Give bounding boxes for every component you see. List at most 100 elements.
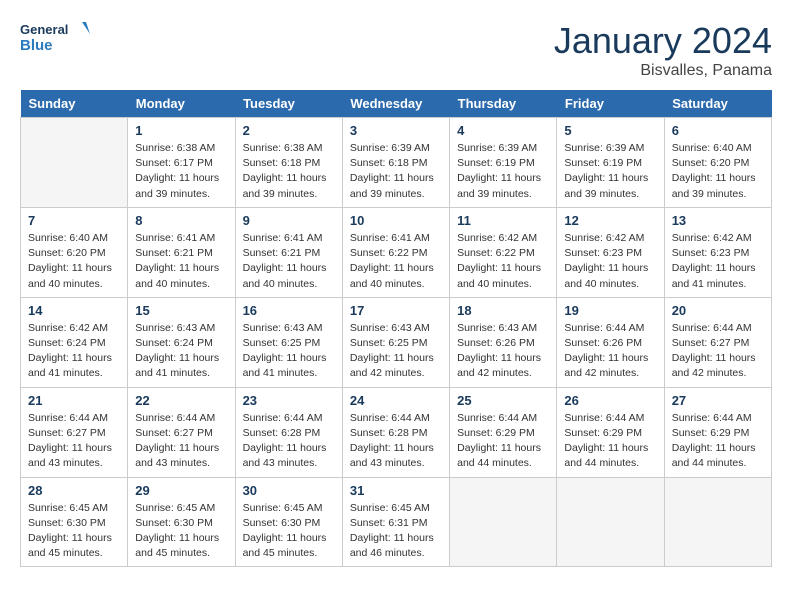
header-day-thursday: Thursday <box>450 90 557 118</box>
month-title: January 2024 <box>554 20 772 62</box>
day-info: Sunrise: 6:44 AMSunset: 6:29 PMDaylight:… <box>672 411 764 472</box>
logo: General Blue <box>20 20 90 56</box>
day-info: Sunrise: 6:41 AMSunset: 6:21 PMDaylight:… <box>135 231 227 292</box>
day-number: 15 <box>135 303 227 318</box>
day-number: 8 <box>135 213 227 228</box>
calendar-cell: 28Sunrise: 6:45 AMSunset: 6:30 PMDayligh… <box>21 477 128 567</box>
calendar-cell: 26Sunrise: 6:44 AMSunset: 6:29 PMDayligh… <box>557 387 664 477</box>
calendar-cell: 10 Sunrise: 6:41 AMSunset: 6:22 PMDayligh… <box>342 207 449 297</box>
day-info: Sunrise: 6:40 AMSunset: 6:20 PMDaylight:… <box>672 141 764 202</box>
day-number: 21 <box>28 393 120 408</box>
week-row-2: 7 Sunrise: 6:40 AMSunset: 6:20 PMDaylight… <box>21 207 772 297</box>
title-block: January 2024 Bisvalles, Panama <box>554 20 772 80</box>
day-info: Sunrise: 6:45 AMSunset: 6:30 PMDaylight:… <box>135 501 227 562</box>
day-info: Sunrise: 6:43 AMSunset: 6:25 PMDaylight:… <box>243 321 335 382</box>
calendar-cell: 11Sunrise: 6:42 AMSunset: 6:22 PMDayligh… <box>450 207 557 297</box>
header-day-wednesday: Wednesday <box>342 90 449 118</box>
day-number: 10 <box>350 213 442 228</box>
calendar-cell: 1 Sunrise: 6:38 AMSunset: 6:17 PMDaylight… <box>128 118 235 208</box>
day-info: Sunrise: 6:39 AMSunset: 6:19 PMDaylight:… <box>564 141 656 202</box>
day-number: 23 <box>243 393 335 408</box>
day-number: 27 <box>672 393 764 408</box>
day-info: Sunrise: 6:39 AMSunset: 6:18 PMDaylight:… <box>350 141 442 202</box>
calendar-cell: 31Sunrise: 6:45 AMSunset: 6:31 PMDayligh… <box>342 477 449 567</box>
calendar-cell <box>21 118 128 208</box>
week-row-4: 21 Sunrise: 6:44 AMSunset: 6:27 PMDayligh… <box>21 387 772 477</box>
week-row-3: 14 Sunrise: 6:42 AMSunset: 6:24 PMDayligh… <box>21 297 772 387</box>
calendar-cell: 3 Sunrise: 6:39 AMSunset: 6:18 PMDaylight… <box>342 118 449 208</box>
day-number: 19 <box>564 303 656 318</box>
day-info: Sunrise: 6:44 AMSunset: 6:27 PMDaylight:… <box>672 321 764 382</box>
calendar-cell: 4 Sunrise: 6:39 AMSunset: 6:19 PMDaylight… <box>450 118 557 208</box>
logo-svg: General Blue <box>20 20 90 56</box>
day-number: 4 <box>457 123 549 138</box>
calendar-cell: 16 Sunrise: 6:43 AMSunset: 6:25 PMDayligh… <box>235 297 342 387</box>
day-number: 1 <box>135 123 227 138</box>
calendar-cell <box>450 477 557 567</box>
day-number: 9 <box>243 213 335 228</box>
day-number: 22 <box>135 393 227 408</box>
day-info: Sunrise: 6:39 AMSunset: 6:19 PMDaylight:… <box>457 141 549 202</box>
calendar-cell: 6 Sunrise: 6:40 AMSunset: 6:20 PMDaylight… <box>664 118 771 208</box>
day-number: 24 <box>350 393 442 408</box>
day-number: 5 <box>564 123 656 138</box>
calendar-cell: 14 Sunrise: 6:42 AMSunset: 6:24 PMDayligh… <box>21 297 128 387</box>
day-number: 16 <box>243 303 335 318</box>
calendar-cell: 23 Sunrise: 6:44 AMSunset: 6:28 PMDayligh… <box>235 387 342 477</box>
day-info: Sunrise: 6:38 AMSunset: 6:18 PMDaylight:… <box>243 141 335 202</box>
day-number: 30 <box>243 483 335 498</box>
calendar-cell: 2 Sunrise: 6:38 AMSunset: 6:18 PMDaylight… <box>235 118 342 208</box>
day-number: 6 <box>672 123 764 138</box>
day-info: Sunrise: 6:44 AMSunset: 6:27 PMDaylight:… <box>28 411 120 472</box>
day-info: Sunrise: 6:43 AMSunset: 6:26 PMDaylight:… <box>457 321 549 382</box>
day-number: 3 <box>350 123 442 138</box>
header-day-sunday: Sunday <box>21 90 128 118</box>
header-day-friday: Friday <box>557 90 664 118</box>
day-info: Sunrise: 6:42 AMSunset: 6:23 PMDaylight:… <box>564 231 656 292</box>
day-info: Sunrise: 6:45 AMSunset: 6:30 PMDaylight:… <box>243 501 335 562</box>
day-number: 18 <box>457 303 549 318</box>
week-row-1: 1 Sunrise: 6:38 AMSunset: 6:17 PMDaylight… <box>21 118 772 208</box>
calendar-cell: 24 Sunrise: 6:44 AMSunset: 6:28 PMDayligh… <box>342 387 449 477</box>
calendar-cell <box>557 477 664 567</box>
day-number: 26 <box>564 393 656 408</box>
day-info: Sunrise: 6:44 AMSunset: 6:28 PMDaylight:… <box>243 411 335 472</box>
day-info: Sunrise: 6:44 AMSunset: 6:29 PMDaylight:… <box>457 411 549 472</box>
calendar-cell: 17Sunrise: 6:43 AMSunset: 6:25 PMDayligh… <box>342 297 449 387</box>
calendar-cell: 8 Sunrise: 6:41 AMSunset: 6:21 PMDaylight… <box>128 207 235 297</box>
day-info: Sunrise: 6:43 AMSunset: 6:25 PMDaylight:… <box>350 321 442 382</box>
header-day-saturday: Saturday <box>664 90 771 118</box>
day-number: 2 <box>243 123 335 138</box>
day-number: 12 <box>564 213 656 228</box>
day-info: Sunrise: 6:40 AMSunset: 6:20 PMDaylight:… <box>28 231 120 292</box>
header-row: SundayMondayTuesdayWednesdayThursdayFrid… <box>21 90 772 118</box>
day-number: 25 <box>457 393 549 408</box>
calendar-cell: 20Sunrise: 6:44 AMSunset: 6:27 PMDayligh… <box>664 297 771 387</box>
day-number: 14 <box>28 303 120 318</box>
day-number: 29 <box>135 483 227 498</box>
calendar-cell: 12 Sunrise: 6:42 AMSunset: 6:23 PMDayligh… <box>557 207 664 297</box>
svg-text:General: General <box>20 22 68 37</box>
day-info: Sunrise: 6:44 AMSunset: 6:26 PMDaylight:… <box>564 321 656 382</box>
day-info: Sunrise: 6:38 AMSunset: 6:17 PMDaylight:… <box>135 141 227 202</box>
calendar-table: SundayMondayTuesdayWednesdayThursdayFrid… <box>20 90 772 567</box>
calendar-cell: 15 Sunrise: 6:43 AMSunset: 6:24 PMDayligh… <box>128 297 235 387</box>
calendar-cell: 29 Sunrise: 6:45 AMSunset: 6:30 PMDayligh… <box>128 477 235 567</box>
day-info: Sunrise: 6:41 AMSunset: 6:22 PMDaylight:… <box>350 231 442 292</box>
page-header: General Blue January 2024 Bisvalles, Pan… <box>20 20 772 80</box>
day-number: 11 <box>457 213 549 228</box>
calendar-cell: 19 Sunrise: 6:44 AMSunset: 6:26 PMDayligh… <box>557 297 664 387</box>
day-info: Sunrise: 6:43 AMSunset: 6:24 PMDaylight:… <box>135 321 227 382</box>
day-number: 7 <box>28 213 120 228</box>
calendar-cell: 9 Sunrise: 6:41 AMSunset: 6:21 PMDaylight… <box>235 207 342 297</box>
day-info: Sunrise: 6:41 AMSunset: 6:21 PMDaylight:… <box>243 231 335 292</box>
location: Bisvalles, Panama <box>554 62 772 80</box>
calendar-cell <box>664 477 771 567</box>
day-number: 28 <box>28 483 120 498</box>
calendar-cell: 5 Sunrise: 6:39 AMSunset: 6:19 PMDaylight… <box>557 118 664 208</box>
calendar-cell: 22 Sunrise: 6:44 AMSunset: 6:27 PMDayligh… <box>128 387 235 477</box>
day-info: Sunrise: 6:44 AMSunset: 6:27 PMDaylight:… <box>135 411 227 472</box>
day-info: Sunrise: 6:44 AMSunset: 6:28 PMDaylight:… <box>350 411 442 472</box>
calendar-cell: 21 Sunrise: 6:44 AMSunset: 6:27 PMDayligh… <box>21 387 128 477</box>
day-info: Sunrise: 6:42 AMSunset: 6:24 PMDaylight:… <box>28 321 120 382</box>
